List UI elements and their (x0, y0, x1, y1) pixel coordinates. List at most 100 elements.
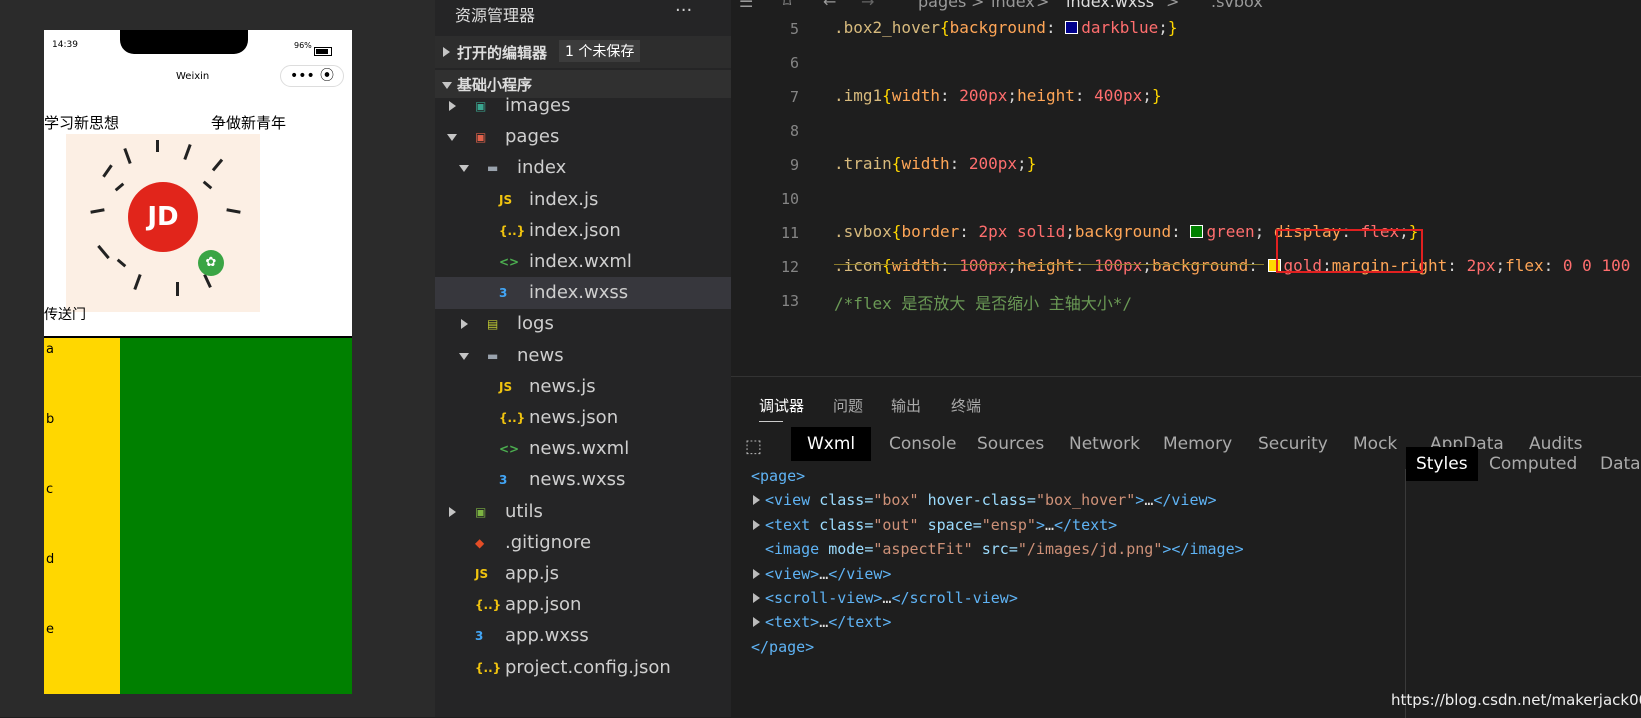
file-tree-label: project.config.json (505, 656, 671, 678)
code-token: ; (1017, 154, 1027, 173)
code-token: background (1074, 222, 1172, 241)
chevron-down-icon (442, 82, 452, 89)
wxml-token: "/images/jd.png" (1017, 540, 1163, 559)
file-tree-item[interactable]: {..} index.json (435, 215, 731, 247)
file-tree-item[interactable]: JS news.js (435, 371, 731, 403)
styles-tab[interactable]: Data (1600, 447, 1641, 481)
inspect-element-icon[interactable]: ⬚ (745, 436, 762, 457)
expand-arrow-icon[interactable] (753, 519, 760, 530)
code-token: 2px (1466, 256, 1496, 275)
wxml-node[interactable]: <text>…</text> (753, 613, 891, 631)
devtools-tab[interactable]: 输出 (891, 395, 921, 416)
open-editors-header[interactable]: 打开的编辑器 1 个未保存 (435, 36, 731, 68)
file-tree-item[interactable]: ◆ .gitignore (435, 527, 731, 559)
file-tree-item[interactable]: JS index.js (435, 184, 731, 216)
project-header[interactable]: 基础小程序 (435, 70, 731, 98)
wxml-token: > (1135, 491, 1145, 510)
wxml-tab[interactable]: Memory (1163, 427, 1232, 461)
capsule-menu[interactable]: ••• ⦿ (280, 65, 344, 87)
file-tree-item[interactable]: JS app.js (435, 558, 731, 590)
close-circle-icon[interactable]: ⦿ (320, 66, 334, 86)
code-line: .icon{width: 100px;height: 100px;backgro… (834, 256, 1630, 275)
expand-arrow-icon[interactable] (753, 617, 760, 628)
chevron-right-icon[interactable] (449, 101, 456, 111)
chevron-right-icon[interactable] (461, 319, 468, 330)
file-tree-item[interactable]: 3 news.wxss (435, 464, 731, 496)
wxml-token: hover-class= (927, 491, 1036, 510)
color-swatch-icon[interactable] (1190, 225, 1204, 238)
devtools-tab[interactable]: 调试器 (759, 395, 804, 416)
wxml-tab[interactable]: Wxml (791, 427, 872, 461)
devtools-tab[interactable]: 问题 (833, 395, 863, 416)
code-token: : (1543, 256, 1563, 275)
file-tree-item[interactable]: ▣ utils (435, 496, 731, 528)
file-tree-item[interactable]: {..} app.json (435, 589, 731, 621)
file-tree-label: index (517, 157, 567, 179)
code-token: : (949, 154, 969, 173)
wxml-node[interactable]: <text class="out" space="ensp">…</text> (753, 516, 1117, 534)
folder-logs-icon: ▤ (487, 317, 499, 332)
wxml-node[interactable]: <scroll-view>…</scroll-view> (753, 589, 1018, 607)
code-token: 0 0 100 (1562, 256, 1631, 275)
file-tree-item[interactable]: 3 app.wxss (435, 620, 731, 652)
wxml-tab[interactable]: Network (1069, 427, 1140, 461)
expand-arrow-icon[interactable] (753, 495, 760, 506)
wxml-tab[interactable]: Console (889, 427, 957, 461)
color-swatch-icon[interactable] (1065, 21, 1079, 34)
file-tree-item[interactable]: ▬ news (435, 340, 731, 372)
wxml-token: "out" (873, 515, 928, 534)
file-tree-item[interactable]: 3 index.wxss (435, 277, 731, 310)
file-tree-label: news.wxml (529, 438, 630, 460)
devtools-panel: 调试器 问题 输出 终端 ⬚ Wxml Console Sources Network Mem… (731, 376, 1641, 718)
wxml-tab[interactable]: Mock (1353, 427, 1397, 461)
more-actions-icon[interactable]: ··· (675, 0, 692, 21)
code-token: : (1074, 86, 1095, 105)
svbox-container[interactable]: a b c d e (44, 336, 352, 694)
icon-item-label: b (46, 412, 55, 427)
code-token: border (901, 222, 960, 241)
file-tree-label: news.js (529, 375, 596, 397)
file-tree-label: logs (517, 313, 554, 335)
phone-notch (120, 30, 248, 54)
chevron-down-icon[interactable] (459, 165, 469, 173)
chevron-down-icon[interactable] (447, 134, 457, 142)
wxml-tab[interactable]: Security (1258, 427, 1328, 461)
file-tree-item[interactable]: <> news.wxml (435, 433, 731, 465)
file-tree-item[interactable]: ▬ index (435, 152, 731, 184)
wxml-node[interactable]: </page> (751, 638, 814, 656)
line-number: 11 (780, 224, 799, 242)
file-tree-item[interactable]: ▣ pages (435, 121, 731, 153)
more-dots-icon[interactable]: ••• (290, 66, 315, 86)
chevron-down-icon[interactable] (459, 352, 469, 360)
folder-image-icon: ▣ (475, 99, 487, 113)
styles-tab[interactable]: Computed (1489, 447, 1577, 481)
wxml-token: </view> (828, 564, 892, 583)
code-selector: .box2_hover (834, 18, 940, 37)
expand-arrow-icon[interactable] (753, 568, 760, 579)
styles-tab[interactable]: Styles (1406, 447, 1478, 481)
chevron-right-icon[interactable] (449, 506, 456, 517)
file-tree-label: index.js (529, 188, 599, 210)
line-number: 13 (780, 292, 799, 310)
file-tree: ▣ images ▣ pages ▬ index JS index.js {..} index.j… (435, 96, 731, 716)
file-tree-item[interactable]: ▤ logs (435, 308, 731, 340)
code-token: 200px (968, 154, 1018, 173)
file-tree-item[interactable]: {..} news.json (435, 402, 731, 434)
devtools-tab[interactable]: 终端 (951, 395, 981, 416)
wxml-tab[interactable]: Sources (977, 427, 1044, 461)
wxml-node[interactable]: <view class="box" hover-class="box_hover… (753, 491, 1217, 509)
wxml-node[interactable]: <view>…</view> (753, 565, 891, 583)
file-tree-item[interactable]: {..} project.config.json (435, 652, 731, 684)
wxml-token: src= (981, 540, 1018, 559)
wxml-node[interactable]: <page> (751, 467, 805, 485)
file-tree-label: news.wxss (529, 469, 626, 491)
code-selector: .img1 (834, 86, 883, 105)
expand-arrow-icon[interactable] (753, 593, 760, 603)
code-editor[interactable]: ☰ ⌑ ← → pages > index > index.wxss > .sv… (731, 0, 1641, 376)
file-tree-item[interactable]: ▣ images (435, 96, 731, 122)
line-number: 9 (789, 156, 799, 174)
wxml-node[interactable]: <image mode="aspectFit" src="/images/jd.… (765, 540, 1244, 558)
json-file-icon: {..} (475, 598, 502, 613)
js-file-icon: JS (499, 192, 513, 207)
file-tree-item[interactable]: <> index.wxml (435, 246, 731, 278)
